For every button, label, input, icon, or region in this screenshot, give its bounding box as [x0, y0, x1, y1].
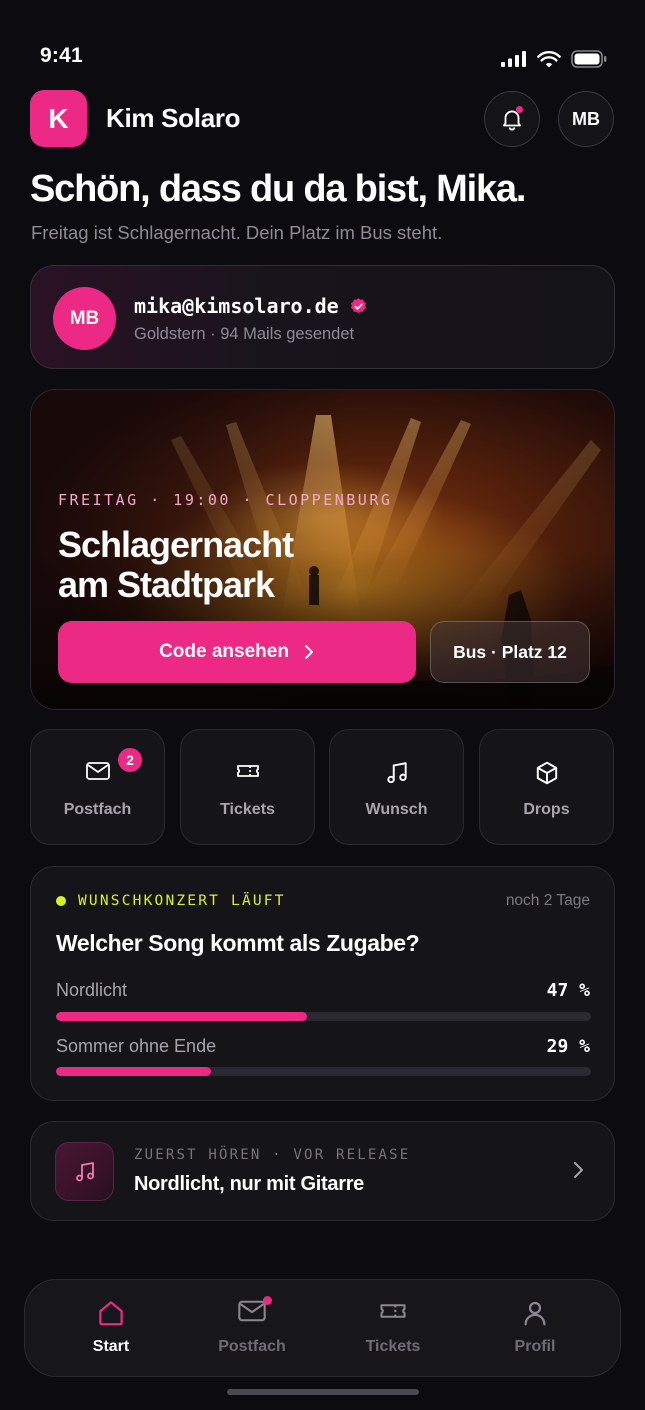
nav-label: Start	[92, 1338, 130, 1355]
signal-icon	[501, 51, 526, 67]
verified-badge-icon	[350, 297, 366, 313]
tile-postfach[interactable]: 2 Postfach	[30, 729, 165, 845]
poll-option-percent: 47 %	[546, 980, 590, 1001]
wifi-icon	[537, 50, 561, 67]
account-email: mika@kimsolaro.de	[134, 294, 339, 318]
event-title: Schlagernacht am Stadtpark	[58, 524, 294, 605]
tile-label: Drops	[523, 801, 570, 818]
poll-option-label[interactable]: Sommer ohne Ende	[56, 1036, 216, 1057]
view-code-label: Code ansehen	[159, 641, 289, 662]
music-note-icon	[386, 762, 407, 784]
poll-bar-fill	[56, 1012, 308, 1021]
notifications-button[interactable]	[484, 91, 540, 147]
live-indicator-dot	[56, 896, 66, 906]
tile-label: Wunsch	[365, 801, 428, 818]
poll-option-label[interactable]: Nordlicht	[56, 980, 127, 1001]
release-card[interactable]: ZUERST HÖREN · VOR RELEASE Nordlicht, nu…	[30, 1121, 615, 1221]
user-icon	[524, 1301, 546, 1326]
tile-wunsch[interactable]: Wunsch	[329, 729, 464, 845]
home-icon	[99, 1301, 123, 1326]
mail-icon	[85, 762, 110, 780]
poll-option-percent: 29 %	[546, 1036, 590, 1057]
chevron-right-icon	[574, 1162, 583, 1178]
event-title-line-1: Schlagernacht	[58, 524, 294, 565]
nav-label: Profil	[514, 1338, 556, 1355]
tile-label: Postfach	[63, 801, 132, 818]
bus-seat-button[interactable]: Bus · Platz 12	[430, 621, 590, 683]
poll-card: WUNSCHKONZERT LÄUFT noch 2 Tage Welcher …	[30, 866, 615, 1101]
ticket-icon	[380, 1304, 406, 1318]
status-icons	[501, 50, 607, 68]
chevron-right-icon	[304, 645, 313, 659]
nav-item-postfach[interactable]: Postfach	[192, 1280, 312, 1378]
package-icon	[536, 761, 557, 785]
page-title: Schön, dass du da bist, Mika.	[30, 168, 526, 210]
status-time: 9:41	[40, 44, 83, 67]
poll-question: Welcher Song kommt als Zugabe?	[56, 930, 420, 956]
nav-item-tickets[interactable]: Tickets	[333, 1280, 453, 1378]
nav-item-start[interactable]: Start	[51, 1280, 171, 1378]
release-thumbnail	[55, 1142, 114, 1201]
account-email-row: mika@kimsolaro.de	[134, 294, 368, 318]
account-meta: Goldstern · 94 Mails gesendet	[134, 325, 355, 343]
brand-logo: K	[30, 90, 87, 147]
release-title: Nordlicht, nur mit Gitarre	[134, 1173, 365, 1195]
avatar-button[interactable]: MB	[558, 91, 614, 147]
nav-label: Tickets	[365, 1338, 421, 1355]
battery-icon	[571, 50, 607, 68]
nav-label: Postfach	[218, 1338, 286, 1355]
unread-badge: 2	[118, 748, 142, 772]
view-code-button[interactable]: Code ansehen	[58, 621, 416, 683]
ticket-icon	[236, 765, 259, 777]
notification-dot	[516, 106, 523, 113]
event-hero-card[interactable]: FREITAG · 19:00 · CLOPPENBURG Schlagerna…	[30, 389, 615, 710]
avatar: MB	[53, 287, 116, 350]
page-subtitle: Freitag ist Schlagernacht. Dein Platz im…	[31, 222, 443, 243]
brand-name: Kim Solaro	[106, 103, 241, 133]
poll-kicker: WUNSCHKONZERT LÄUFT	[78, 893, 286, 909]
tile-label: Tickets	[220, 801, 275, 818]
poll-option-bar[interactable]	[56, 1012, 591, 1021]
home-indicator[interactable]	[227, 1389, 419, 1395]
bottom-nav: Start Postfach Tickets Profil	[24, 1279, 621, 1377]
account-card[interactable]: MB mika@kimsolaro.de Goldstern · 94 Mail…	[30, 265, 615, 369]
tile-tickets[interactable]: Tickets	[180, 729, 315, 845]
poll-bar-fill	[56, 1067, 212, 1076]
event-meta: FREITAG · 19:00 · CLOPPENBURG	[58, 491, 393, 509]
tile-drops[interactable]: Drops	[479, 729, 614, 845]
poll-remaining: noch 2 Tage	[505, 892, 590, 909]
event-title-line-2: am Stadtpark	[58, 564, 275, 605]
poll-option-bar[interactable]	[56, 1067, 591, 1076]
release-kicker: ZUERST HÖREN · VOR RELEASE	[134, 1147, 411, 1163]
notification-dot	[263, 1296, 272, 1305]
music-note-icon	[75, 1161, 94, 1181]
nav-item-profil[interactable]: Profil	[475, 1280, 595, 1378]
